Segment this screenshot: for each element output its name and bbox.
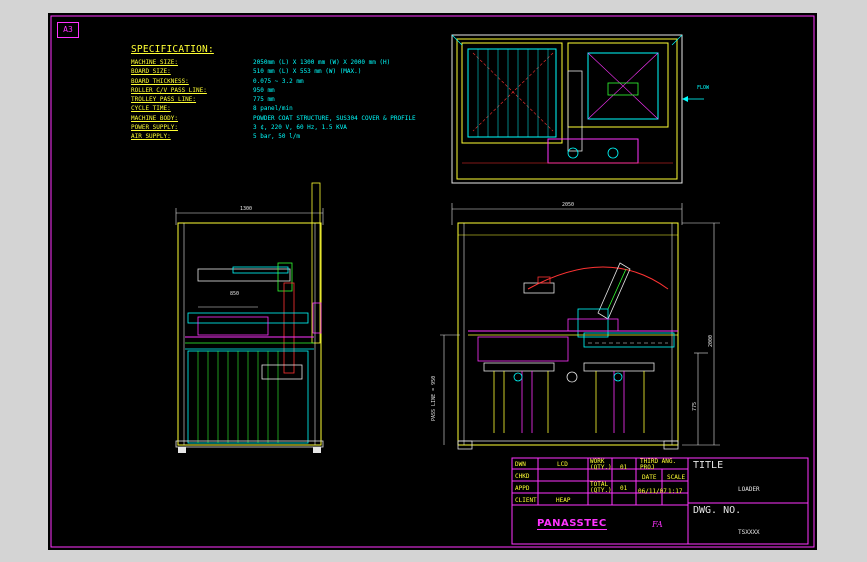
spec-label: MACHINE SIZE: xyxy=(131,59,178,66)
dwn-label: DWN xyxy=(515,461,526,468)
chkd-label: CHKD xyxy=(515,473,530,480)
appd-label: APPD xyxy=(515,485,530,492)
spec-row: BOARD THICKNESS: 0.075 ~ 3.2 mm xyxy=(131,77,416,86)
spec-row: BOARD SIZE: 510 mm (L) X 553 mm (W) (MAX.… xyxy=(131,67,416,76)
company-logo: PANASSTEC xyxy=(537,518,607,530)
drawing-sheet: A3 SPECIFICATION: MACHINE SIZE: 2050mm (L… xyxy=(48,13,817,550)
spec-row: ROLLER C/V PASS LINE: 950 mm xyxy=(131,86,416,95)
side-inner-dimension: 850 xyxy=(230,291,240,297)
total-qty-label: TOTAL (QTY.) xyxy=(590,481,612,494)
title-label: TITLE xyxy=(693,460,724,471)
spec-label: ROLLER C/V PASS LINE: xyxy=(131,86,207,94)
projection-label: THIRD ANG. PROJ xyxy=(640,458,677,471)
spec-value: 3 ¢, 220 V, 60 Hz, 1.5 KVA xyxy=(253,124,347,132)
front-length-dimension: 2050 xyxy=(562,202,575,208)
title-value: LOADER xyxy=(738,486,760,493)
date-label: DATE xyxy=(642,474,657,481)
sheet-size-label: A3 xyxy=(57,22,79,38)
spec-value: 775 mm xyxy=(253,96,275,104)
front-view xyxy=(440,203,720,450)
spec-row: MACHINE SIZE: 2050mm (L) X 1300 mm (W) X … xyxy=(131,58,416,67)
flow-label: FLOW xyxy=(697,85,710,91)
spec-label: BOARD SIZE: xyxy=(131,68,171,76)
top-view xyxy=(451,34,704,184)
spec-label: CYCLE TIME: xyxy=(131,105,171,113)
client-label: CLIENT xyxy=(515,497,537,504)
spec-value: 5 bar, 50 l/m xyxy=(253,133,300,141)
dwn-value: LCD xyxy=(557,461,568,468)
scale-value: 1:17 xyxy=(668,488,683,495)
spec-row: AIR SUPPLY: 5 bar, 50 l/m xyxy=(131,132,416,141)
client-value: HEAP xyxy=(556,497,571,504)
side-width-dimension: 1300 xyxy=(240,206,253,212)
specification-list: MACHINE SIZE: 2050mm (L) X 1300 mm (W) X … xyxy=(131,58,416,142)
spec-row: POWER SUPPLY: 3 ¢, 220 V, 60 Hz, 1.5 KVA xyxy=(131,123,416,132)
company-logo-suffix: FA xyxy=(652,520,663,529)
spec-value: 0.075 ~ 3.2 mm xyxy=(253,77,304,85)
date-value: 06/11/07 xyxy=(638,488,667,495)
spec-row: CYCLE TIME: 8 panel/min xyxy=(131,104,416,113)
work-qty-value: 01 xyxy=(620,464,628,471)
spec-row: TROLLEY PASS LINE: 775 mm xyxy=(131,95,416,104)
spec-label: AIR SUPPLY: xyxy=(131,133,171,141)
side-view xyxy=(175,182,324,453)
spec-value: 8 panel/min xyxy=(253,105,293,113)
spec-label: BOARD THICKNESS: xyxy=(131,77,189,85)
front-height-dimension: 2000 xyxy=(708,334,714,347)
spec-value: 2050mm (L) X 1300 mm (W) X 2000 mm (H) xyxy=(253,59,391,66)
total-qty-value: 01 xyxy=(620,485,628,492)
spec-label: MACHINE BODY: xyxy=(131,114,178,122)
spec-value: 950 mm xyxy=(253,86,275,94)
spec-value: POWDER COAT STRUCTURE, SUS304 COVER & PR… xyxy=(253,114,416,122)
dwg-no-value: TSXXXX xyxy=(738,529,760,536)
dwg-no-label: DWG. NO. xyxy=(693,505,742,516)
spec-label: POWER SUPPLY: xyxy=(131,124,178,132)
spec-label: TROLLEY PASS LINE: xyxy=(131,96,197,104)
work-qty-label: WORK (QTY.) xyxy=(590,458,612,471)
spec-value: 510 mm (L) X 553 mm (W) (MAX.) xyxy=(253,68,362,76)
pass-line-label: PASS LINE = 950 xyxy=(431,375,437,421)
trolley-height-dimension: 775 xyxy=(692,401,698,411)
scale-label: SCALE xyxy=(667,474,686,481)
specification-title: SPECIFICATION: xyxy=(131,44,214,55)
spec-row: MACHINE BODY: POWDER COAT STRUCTURE, SUS3… xyxy=(131,114,416,123)
